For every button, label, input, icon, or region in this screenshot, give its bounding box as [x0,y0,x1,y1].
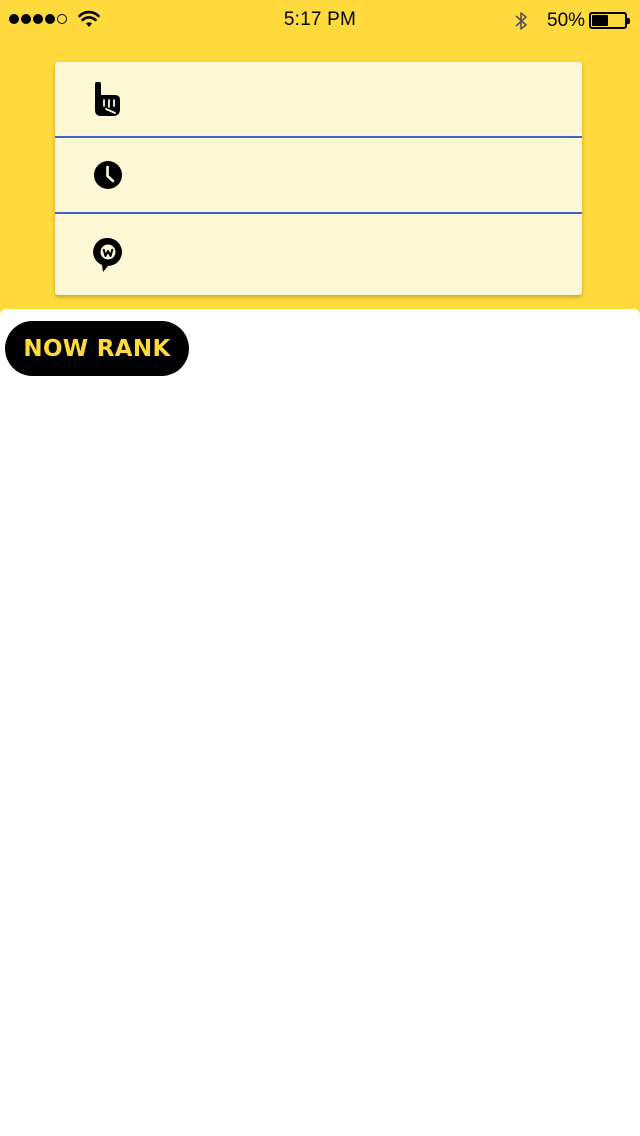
battery-percent: 50% [547,10,586,31]
main-content: NOW RANK [0,309,640,1136]
menu-item-clock[interactable] [55,138,582,214]
location-pin-w-icon [93,237,123,272]
menu-item-location[interactable] [55,214,582,295]
now-rank-button[interactable]: NOW RANK [5,321,189,376]
status-bar: 5:17 PM 50% [0,0,640,40]
clock-icon [93,158,123,192]
status-time: 5:17 PM [283,9,357,30]
bluetooth-icon [515,12,527,30]
menu-card [55,62,582,295]
menu-item-hand[interactable] [55,62,582,138]
hand-pointer-icon [93,82,123,116]
battery-icon [589,12,630,29]
